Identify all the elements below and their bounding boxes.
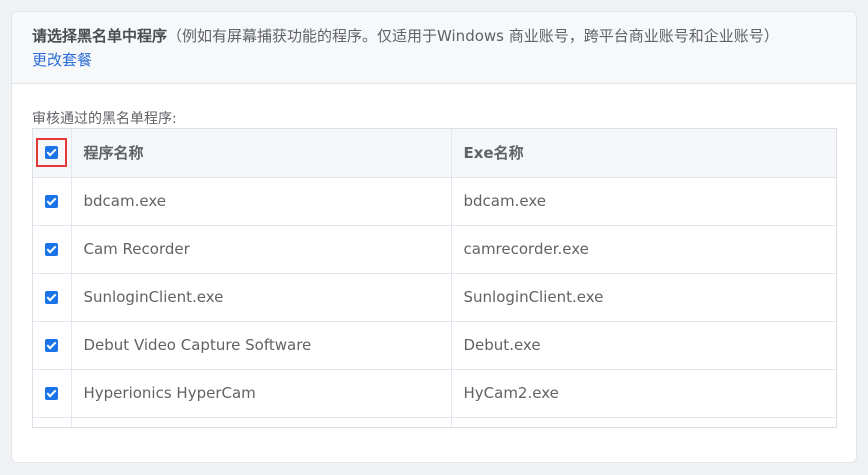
column-header-program-name[interactable]: 程序名称 xyxy=(71,129,452,178)
program-name-cell: Debut Video Capture Software xyxy=(71,321,452,370)
exe-name-cell: HyCam2.exe xyxy=(451,369,836,418)
table-row: bdcam.exe bdcam.exe xyxy=(33,177,836,226)
select-all-cell xyxy=(33,129,72,178)
program-name-cell: Hyperionics HyperCam xyxy=(71,369,452,418)
section-label: 审核通过的黑名单程序: xyxy=(32,111,177,127)
program-name-cell: SunloginClient.exe xyxy=(71,273,452,322)
exe-name-cell: Debut.exe xyxy=(451,321,836,370)
row-checkbox[interactable] xyxy=(45,243,59,256)
table-header-row: 程序名称 Exe名称 xyxy=(33,129,836,178)
select-all-highlight xyxy=(36,138,68,168)
table-row-partial xyxy=(33,417,836,427)
row-checkbox[interactable] xyxy=(45,195,59,208)
table-row: Debut Video Capture Software Debut.exe xyxy=(33,321,836,370)
row-checkbox[interactable] xyxy=(45,291,59,304)
table-row: SunloginClient.exe SunloginClient.exe xyxy=(33,273,836,322)
blacklist-card: 请选择黑名单中程序（例如有屏幕捕获功能的程序。仅适用于Windows 商业账号，… xyxy=(11,11,857,463)
change-plan-link[interactable]: 更改套餐 xyxy=(32,48,836,72)
select-all-checkbox[interactable] xyxy=(45,146,59,160)
header-note: （例如有屏幕捕获功能的程序。仅适用于Windows 商业账号，跨平台商业账号和企… xyxy=(167,27,779,45)
exe-name-cell: SunloginClient.exe xyxy=(451,273,836,322)
exe-name-cell: bdcam.exe xyxy=(451,177,836,226)
program-name-cell: bdcam.exe xyxy=(71,177,452,226)
column-header-exe-name[interactable]: Exe名称 xyxy=(451,129,836,178)
row-checkbox[interactable] xyxy=(45,339,59,352)
blacklist-table: 程序名称 Exe名称 bdcam.exe bdcam.exe Cam Recor… xyxy=(32,128,837,428)
row-checkbox[interactable] xyxy=(45,387,59,400)
card-header: 请选择黑名单中程序（例如有屏幕捕获功能的程序。仅适用于Windows 商业账号，… xyxy=(12,12,856,84)
table-row: Cam Recorder camrecorder.exe xyxy=(33,225,836,274)
table-row: Hyperionics HyperCam HyCam2.exe xyxy=(33,369,836,418)
program-name-cell: Cam Recorder xyxy=(71,225,452,274)
exe-name-cell: camrecorder.exe xyxy=(451,225,836,274)
header-title: 请选择黑名单中程序 xyxy=(32,27,168,45)
